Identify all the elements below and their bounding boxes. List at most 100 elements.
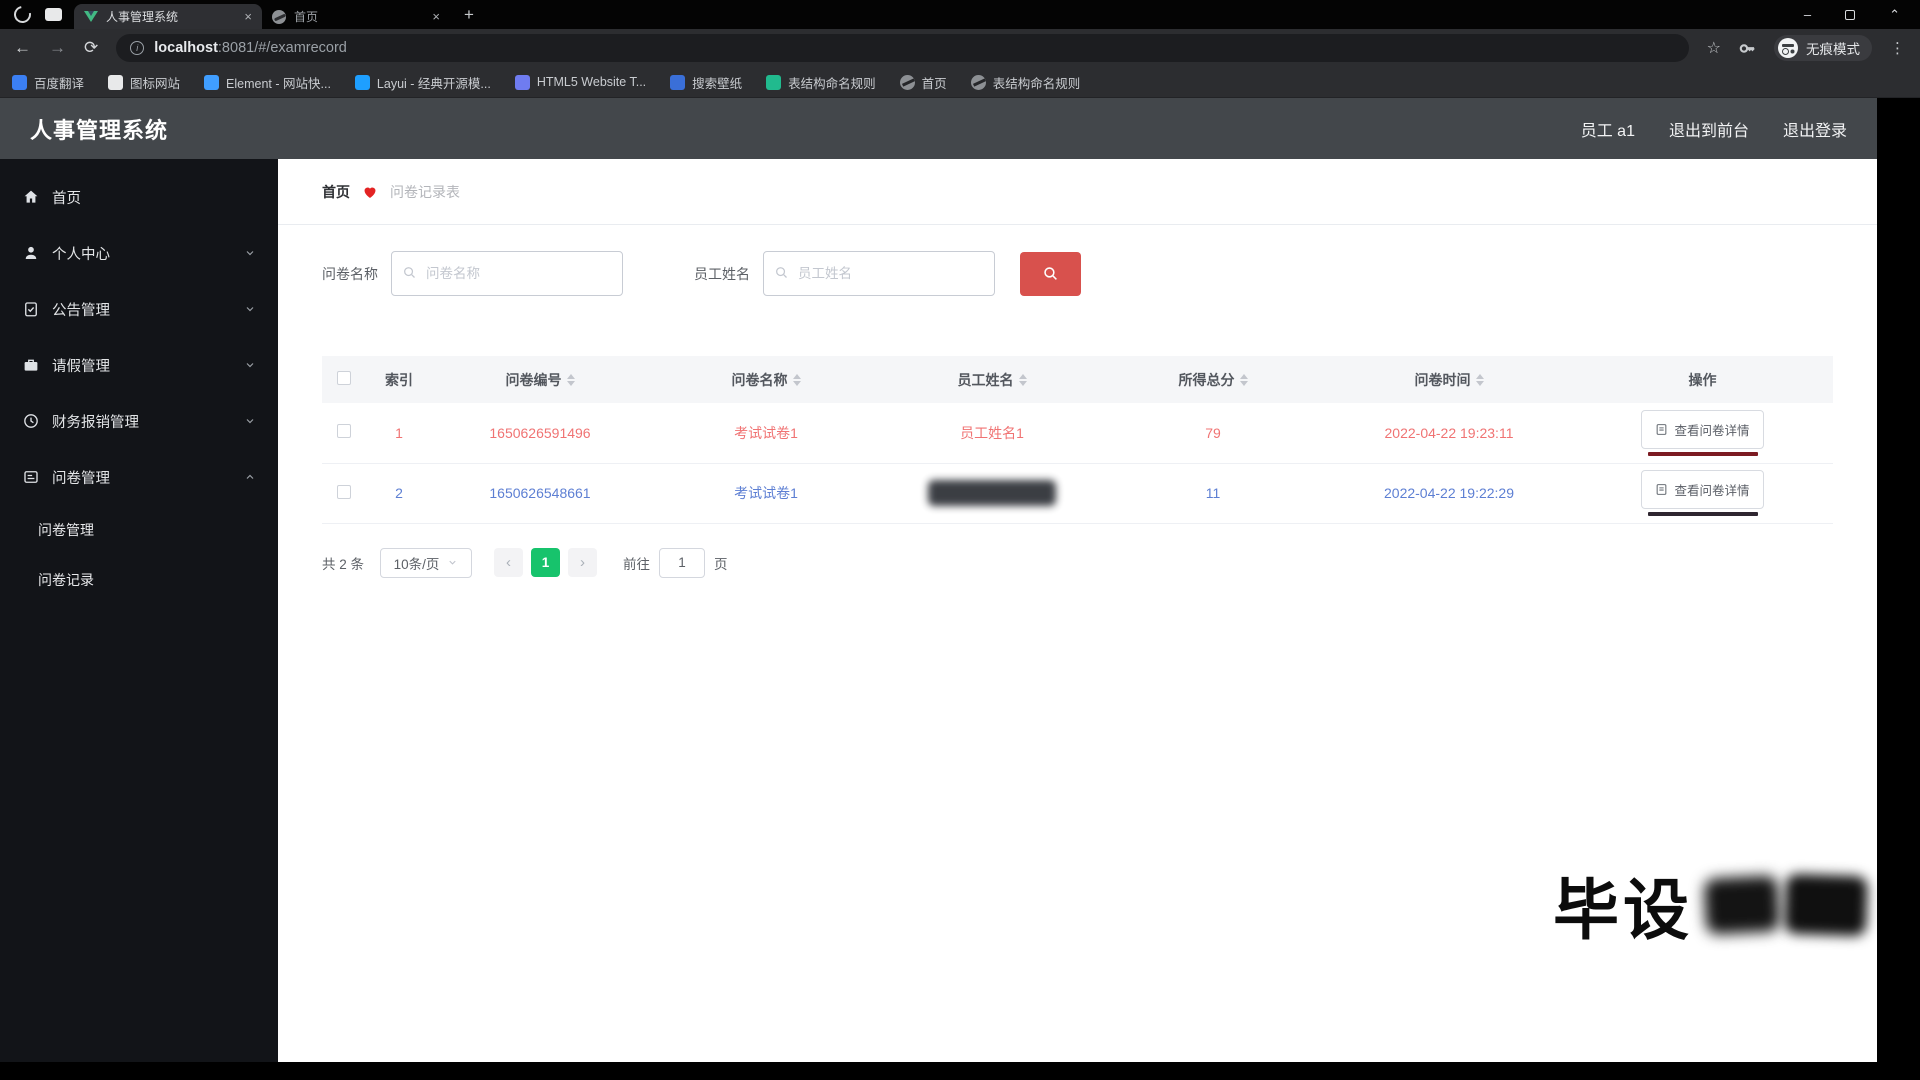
- search-icon: [404, 267, 415, 278]
- cell-exam-no: 1650626591496: [432, 403, 648, 464]
- sidebar-item-leave-management[interactable]: 请假管理: [0, 337, 278, 393]
- exit-to-front-link[interactable]: 退出到前台: [1669, 117, 1749, 141]
- minimize-button[interactable]: –: [1804, 7, 1811, 22]
- bookmarks-bar: 百度翻译 图标网站 Element - 网站快... Layui - 经典开源模…: [0, 67, 1920, 98]
- bookmark-star-icon[interactable]: ☆: [1707, 38, 1721, 58]
- cell-exam-name: 考试试卷1: [648, 403, 884, 464]
- page-number-button[interactable]: 1: [531, 548, 561, 577]
- close-tab-icon[interactable]: ×: [244, 9, 252, 24]
- incognito-badge[interactable]: 无痕模式: [1774, 35, 1872, 61]
- home-icon: [24, 190, 38, 203]
- sort-icon[interactable]: [1475, 373, 1484, 386]
- breadcrumb-home-link[interactable]: 首页: [322, 182, 350, 202]
- select-all-checkbox[interactable]: [337, 371, 351, 385]
- sort-icon[interactable]: [566, 373, 575, 386]
- new-tab-button[interactable]: +: [464, 5, 474, 25]
- table-row: 1 1650626591496 考试试卷1 员工姓名1 79 2022-04-2…: [322, 403, 1833, 464]
- bookmark-item[interactable]: HTML5 Website T...: [514, 74, 646, 90]
- prev-page-button[interactable]: ‹: [494, 548, 524, 577]
- pinned-window-icon: [45, 8, 62, 21]
- cell-time: 2022-04-22 19:23:11: [1326, 403, 1572, 464]
- sort-icon[interactable]: [792, 373, 801, 386]
- sidebar-item-finance-reimbursement[interactable]: 财务报销管理: [0, 393, 278, 449]
- incognito-label: 无痕模式: [1806, 42, 1860, 57]
- redacted-employee-name: [928, 480, 1056, 506]
- sidebar-item-home[interactable]: 首页: [0, 169, 278, 225]
- row-checkbox[interactable]: [337, 424, 351, 439]
- back-button[interactable]: ←: [14, 38, 31, 58]
- search-form: 问卷名称 员工姓名: [322, 251, 1833, 296]
- bookmark-item[interactable]: 搜索壁纸: [670, 73, 742, 92]
- bookmark-favicon-icon: [514, 74, 530, 90]
- bookmark-item[interactable]: Layui - 经典开源模...: [354, 73, 491, 92]
- current-user[interactable]: 员工 a1: [1581, 117, 1635, 141]
- bookmark-item[interactable]: 图标网站: [108, 73, 180, 92]
- heart-icon: [364, 187, 376, 198]
- browser-tab-inactive[interactable]: 首页 ×: [262, 4, 450, 29]
- briefcase-icon: [24, 359, 38, 371]
- page-size-select[interactable]: 10条/页: [380, 547, 473, 578]
- app-window: 人事管理系统 员工 a1 退出到前台 退出登录 首页 个人中心 公告管理 请假管…: [0, 98, 1877, 1062]
- site-info-icon[interactable]: i: [130, 41, 145, 55]
- browser-tab-active[interactable]: 人事管理系统 ×: [74, 4, 262, 29]
- bookmark-item[interactable]: 表结构命名规则: [970, 73, 1080, 92]
- search-button[interactable]: [1020, 251, 1081, 296]
- browser-menu-icon[interactable]: ⋮: [1890, 39, 1906, 57]
- view-detail-button[interactable]: 查看问卷详情: [1641, 409, 1764, 449]
- chevron-down-icon: [244, 415, 256, 427]
- browser-tab-strip: 人事管理系统 × 首页 × + – ⌃: [0, 0, 1920, 29]
- sort-icon[interactable]: [1239, 373, 1248, 386]
- bookmark-favicon-icon: [766, 74, 782, 90]
- column-header-time[interactable]: 问卷时间: [1415, 370, 1484, 390]
- goto-label: 前往: [623, 556, 651, 572]
- view-detail-button[interactable]: 查看问卷详情: [1641, 470, 1764, 509]
- sidebar-item-personal-center[interactable]: 个人中心: [0, 225, 278, 281]
- close-tab-icon[interactable]: ×: [432, 9, 440, 24]
- restore-button[interactable]: [1845, 9, 1856, 20]
- address-bar[interactable]: i localhost:8081/#/examrecord: [116, 34, 1689, 62]
- column-header-score[interactable]: 所得总分: [1179, 370, 1248, 390]
- bookmark-favicon-icon: [108, 74, 124, 90]
- column-header-exam-no[interactable]: 问卷编号: [506, 370, 575, 390]
- bookmark-item[interactable]: Element - 网站快...: [204, 73, 331, 92]
- goto-page-input[interactable]: [659, 547, 706, 578]
- url-host: localhost: [154, 40, 218, 56]
- goto-unit: 页: [714, 556, 728, 572]
- browser-toolbar: ← → ⟳ i localhost:8081/#/examrecord ☆ 无痕…: [0, 29, 1920, 67]
- browser-logo-icon: [10, 2, 35, 27]
- watermark: 毕设: [1553, 857, 1869, 953]
- sort-icon[interactable]: [1018, 373, 1027, 386]
- tab-title: 首页: [294, 10, 319, 24]
- sidebar-item-announcement-management[interactable]: 公告管理: [0, 281, 278, 337]
- chevron-up-icon: [244, 471, 256, 483]
- search-icon: [776, 267, 787, 278]
- main-content: 首页 问卷记录表 问卷名称 员工姓名: [278, 159, 1877, 1062]
- bookmark-item[interactable]: 百度翻译: [12, 73, 84, 92]
- column-header-employee[interactable]: 员工姓名: [958, 370, 1027, 390]
- url-text[interactable]: localhost:8081/#/examrecord: [154, 40, 347, 56]
- row-checkbox[interactable]: [337, 484, 351, 499]
- reload-button[interactable]: ⟳: [84, 38, 98, 58]
- incognito-icon: [1778, 38, 1798, 58]
- breadcrumb: 首页 问卷记录表: [278, 159, 1877, 225]
- chevron-up-icon[interactable]: ⌃: [1889, 7, 1900, 23]
- bookmark-item[interactable]: 首页: [899, 73, 947, 92]
- column-header-action: 操作: [1688, 371, 1717, 388]
- url-path: :8081/#/examrecord: [217, 40, 347, 56]
- bookmark-item[interactable]: 表结构命名规则: [766, 73, 876, 92]
- employee-name-input[interactable]: [763, 251, 995, 296]
- key-icon[interactable]: [1739, 40, 1756, 57]
- cell-score: 11: [1100, 463, 1326, 524]
- next-page-button[interactable]: ›: [568, 548, 598, 577]
- sidebar-item-questionnaire-management[interactable]: 问卷管理: [0, 449, 278, 505]
- logout-link[interactable]: 退出登录: [1783, 117, 1847, 141]
- document-icon: [1657, 484, 1667, 495]
- column-header-exam-name[interactable]: 问卷名称: [732, 370, 801, 390]
- sidebar-subitem-questionnaire-management[interactable]: 问卷管理: [0, 505, 278, 555]
- form-icon: [24, 471, 38, 483]
- exam-name-input[interactable]: [391, 251, 623, 296]
- globe-favicon-icon: [970, 74, 986, 90]
- sidebar-subitem-questionnaire-records[interactable]: 问卷记录: [0, 555, 278, 605]
- breadcrumb-current: 问卷记录表: [390, 183, 460, 200]
- forward-button[interactable]: →: [49, 38, 66, 58]
